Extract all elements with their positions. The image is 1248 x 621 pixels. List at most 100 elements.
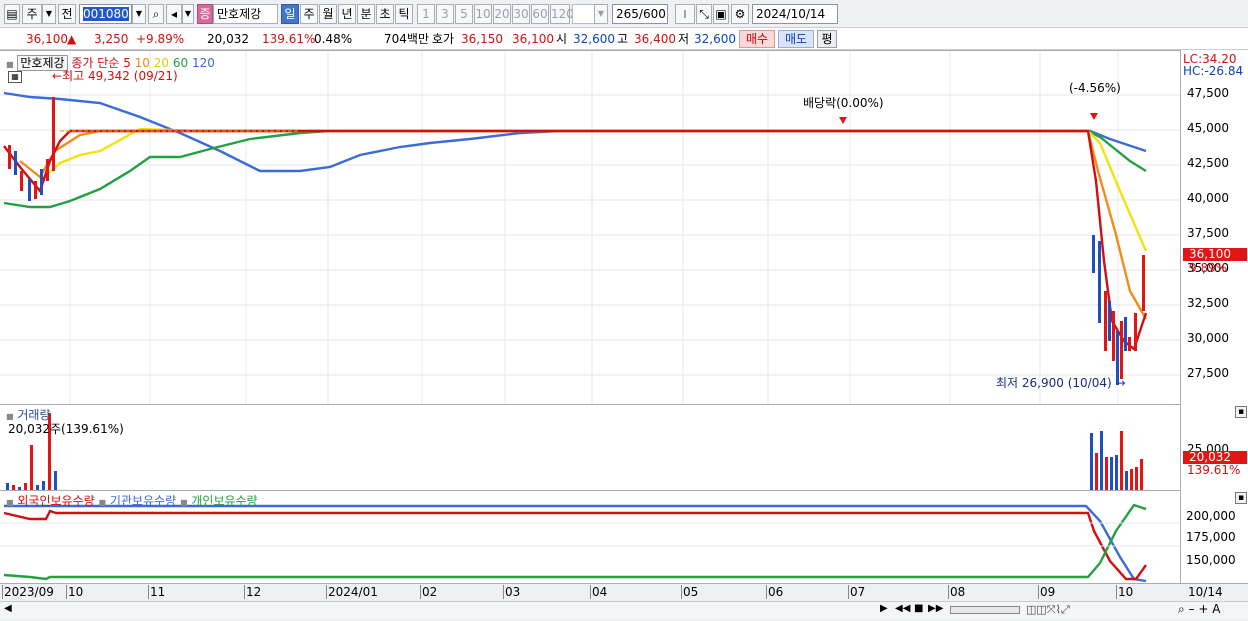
quote-bar: 36,100 ▲ 3,250 +9.89% 20,032 139.61% 0.4… <box>0 28 1248 50</box>
volume-bar <box>1140 459 1143 491</box>
volume-bar <box>1105 457 1108 491</box>
interval-second[interactable]: 초 <box>376 4 394 24</box>
high-note-text: 최고 49,342 (09/21) <box>62 69 178 83</box>
gear-icon[interactable]: ⚙ <box>731 4 749 24</box>
speaker-icon[interactable]: ◂ <box>166 4 182 24</box>
volume-bar <box>1110 457 1113 491</box>
price-candle <box>1120 321 1123 379</box>
interval-day[interactable]: 일 <box>281 4 299 24</box>
price-candle <box>40 169 43 195</box>
volume-bar <box>1125 471 1128 491</box>
volume-rate: 139.61% <box>262 32 316 46</box>
x-axis-label: 10 <box>68 585 84 599</box>
buy-button[interactable]: 매수 <box>739 30 775 48</box>
x-axis-end-date: 10/14 <box>1188 585 1223 599</box>
x-axis-label: 2024/01 <box>328 585 378 599</box>
stop-icon[interactable]: ■ <box>914 603 923 614</box>
volume-bar <box>1130 469 1133 491</box>
layout-icon[interactable]: ◫◫⤧⌇⤢ <box>1026 603 1070 617</box>
legend-individual[interactable]: 개인보유수량 <box>191 494 257 508</box>
stock-code-input[interactable]: 001080 <box>79 4 132 24</box>
minute-60-button[interactable]: 60 <box>531 4 549 24</box>
x-axis-label: 10 <box>1118 585 1134 599</box>
interval-week[interactable]: 주 <box>300 4 318 24</box>
scroll-left-icon[interactable]: ◀ <box>4 603 12 614</box>
price-candle <box>14 151 17 175</box>
average-button[interactable]: 평 <box>817 30 837 48</box>
code-dropdown-icon[interactable]: ▼ <box>132 4 146 24</box>
count-input[interactable]: 265/600 <box>612 4 668 24</box>
scroll-bar[interactable]: ◀ ▶ ◀◀ ■ ▶▶ ◫◫⤧⌇⤢ ⌕ – + A <box>0 601 1248 619</box>
custom-interval-dropdown-icon[interactable]: ▼ <box>594 4 608 24</box>
prev-button[interactable]: 전 <box>58 4 76 24</box>
price-tick-label: 45,000 <box>1187 121 1229 135</box>
main-toolbar: ▤ 주 ▼ 전 001080 ▼ ⌕ ◂ ▼ 증 만호제강 일 주 월 년 분 … <box>0 0 1248 39</box>
price-candle <box>1142 255 1145 311</box>
high-note: ←최고 49,342 (09/21) <box>52 69 178 83</box>
volume-bar <box>1100 431 1103 491</box>
volume-axis: ▪ 25,000 20,032 139.61% <box>1180 404 1248 490</box>
chevron-down-icon[interactable]: ▼ <box>42 4 56 24</box>
rewind-icon[interactable]: ◀◀ <box>895 603 910 614</box>
x-axis-tick <box>681 585 682 599</box>
x-axis-label: 07 <box>850 585 866 599</box>
open-price: 32,600 <box>573 32 615 46</box>
date-input[interactable]: 2024/10/14 ▦ <box>752 4 838 39</box>
ask-price: 36,150 <box>461 32 503 46</box>
dividend-marker-icon <box>839 117 847 124</box>
forward-icon[interactable]: ▶▶ <box>928 603 943 614</box>
minute-3-button[interactable]: 3 <box>436 4 454 24</box>
zoom-slider[interactable] <box>950 606 1020 614</box>
volume-bar <box>54 471 57 491</box>
low-note-text: 최저 26,900 (10/04) <box>996 376 1112 390</box>
interval-tick[interactable]: 틱 <box>395 4 413 24</box>
table-icon[interactable]: ▦ <box>8 71 22 83</box>
minute-1-button[interactable]: 1 <box>417 4 435 24</box>
up-arrow-icon: ▲ <box>67 32 77 46</box>
legend-institution[interactable]: 기관보유수량 <box>110 494 176 508</box>
interval-minute[interactable]: 분 <box>357 4 375 24</box>
play-icon[interactable]: ▶ <box>880 603 888 614</box>
candle-icon[interactable]: ⧘ <box>675 4 695 24</box>
low-label: 저 <box>678 32 690 46</box>
zoom-controls-icon[interactable]: ⌕ – + A <box>1178 602 1220 617</box>
minute-20-button[interactable]: 20 <box>493 4 511 24</box>
period-select[interactable]: 주 <box>22 4 42 24</box>
x-axis-tick <box>420 585 421 599</box>
current-rate-tag: 9.89% <box>1189 261 1228 275</box>
draw-tool-icon[interactable]: ⤡ <box>696 4 712 24</box>
speaker-dropdown-icon[interactable]: ▼ <box>182 4 194 24</box>
current-price-tag: 36,100 <box>1183 248 1247 261</box>
close-icon[interactable]: ▪ <box>1235 492 1247 504</box>
sell-button[interactable]: 매도 <box>778 30 814 48</box>
volume-bar <box>1115 455 1118 491</box>
interval-year[interactable]: 년 <box>338 4 356 24</box>
holdings-line <box>4 504 1147 583</box>
date-value: 2024/10/14 <box>756 7 826 21</box>
x-axis-tick <box>503 585 504 599</box>
search-icon[interactable]: ⌕ <box>148 4 164 24</box>
x-axis-tick <box>2 585 3 599</box>
legend-marker-icon: ■ <box>6 60 14 69</box>
volume-bar <box>1090 433 1093 491</box>
close-icon[interactable]: ▪ <box>1235 406 1247 418</box>
stock-type-badge: 증 <box>197 4 213 24</box>
legend-foreign[interactable]: 외국인보유수량 <box>17 494 94 508</box>
x-axis-tick <box>1116 585 1117 599</box>
open-label: 시 <box>556 32 568 46</box>
price-tick-label: 42,500 <box>1187 156 1229 170</box>
legend-ma-120[interactable]: 120 <box>192 56 215 70</box>
x-axis-label: 08 <box>950 585 966 599</box>
minute-30-button[interactable]: 30 <box>512 4 530 24</box>
interval-month[interactable]: 월 <box>319 4 337 24</box>
x-axis-tick <box>948 585 949 599</box>
minute-10-button[interactable]: 10 <box>474 4 492 24</box>
x-axis-label: 05 <box>683 585 699 599</box>
minute-5-button[interactable]: 5 <box>455 4 473 24</box>
save-icon[interactable]: ▣ <box>713 4 729 24</box>
price-candle <box>1092 235 1095 273</box>
low-note: 최저 26,900 (10/04) → <box>996 374 1126 391</box>
minute-120-button[interactable]: 120 <box>550 4 574 24</box>
price-candle <box>34 181 37 199</box>
chart-menu-icon[interactable]: ▤ <box>4 4 20 24</box>
